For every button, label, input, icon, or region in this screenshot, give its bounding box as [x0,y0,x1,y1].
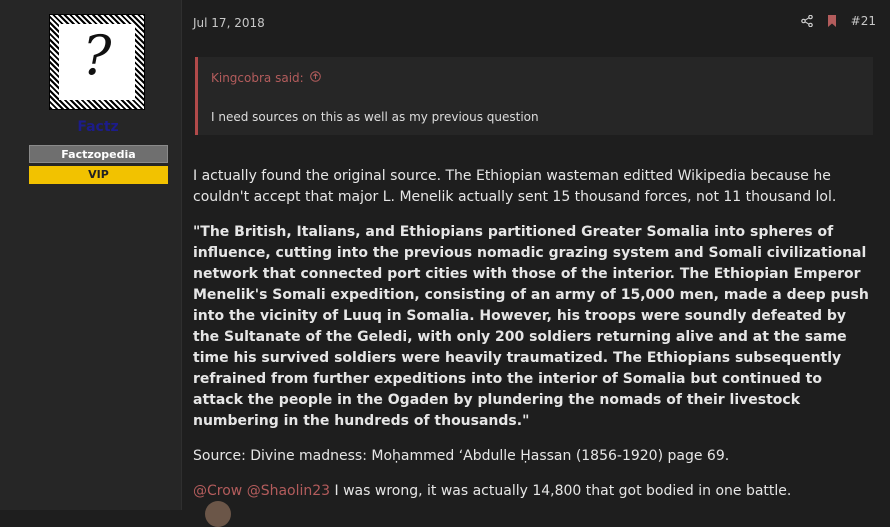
share-icon[interactable] [800,15,813,27]
mention-shaolin23[interactable]: @Shaolin23 [247,483,330,499]
user-title-banner: Factzopedia [29,145,168,163]
post-body: I actually found the original source. Th… [193,166,873,516]
forum-post: ? Factz Factzopedia VIP Jul 17, 2018 #21… [0,0,890,527]
post-date[interactable]: Jul 17, 2018 [193,16,265,30]
paragraph-source: Source: Divine madness: Moḥammed ʻAbdull… [193,448,730,464]
username[interactable]: Factz [0,119,196,135]
vip-banner: VIP [29,166,168,184]
mention-text: I was wrong, it was actually 14,800 that… [330,483,792,499]
avatar[interactable]: ? [49,14,145,110]
quote-text: I need sources on this as well as my pre… [211,110,539,124]
quote-author[interactable]: Kingcobra said: [211,71,304,85]
post-number[interactable]: #21 [851,14,876,28]
paragraph-quote: "The British, Italians, and Ethiopians p… [193,224,869,429]
mention-crow[interactable]: @Crow [193,483,242,499]
post-main: Jul 17, 2018 #21 Kingcobra said: I need … [181,0,890,527]
quote-block: Kingcobra said: I need sources on this a… [195,57,873,135]
user-cell: ? Factz Factzopedia VIP [0,0,182,510]
avatar-question-mark: ? [82,24,112,87]
arrow-up-circle-icon[interactable] [309,71,321,85]
next-post-avatar[interactable] [205,501,231,527]
paragraph-intro: I actually found the original source. Th… [193,168,837,205]
quote-header[interactable]: Kingcobra said: [211,71,321,85]
post-actions: #21 [800,14,876,28]
paragraph-mentions: @Crow @Shaolin23 I was wrong, it was act… [193,481,873,502]
bookmark-icon[interactable] [827,15,837,27]
